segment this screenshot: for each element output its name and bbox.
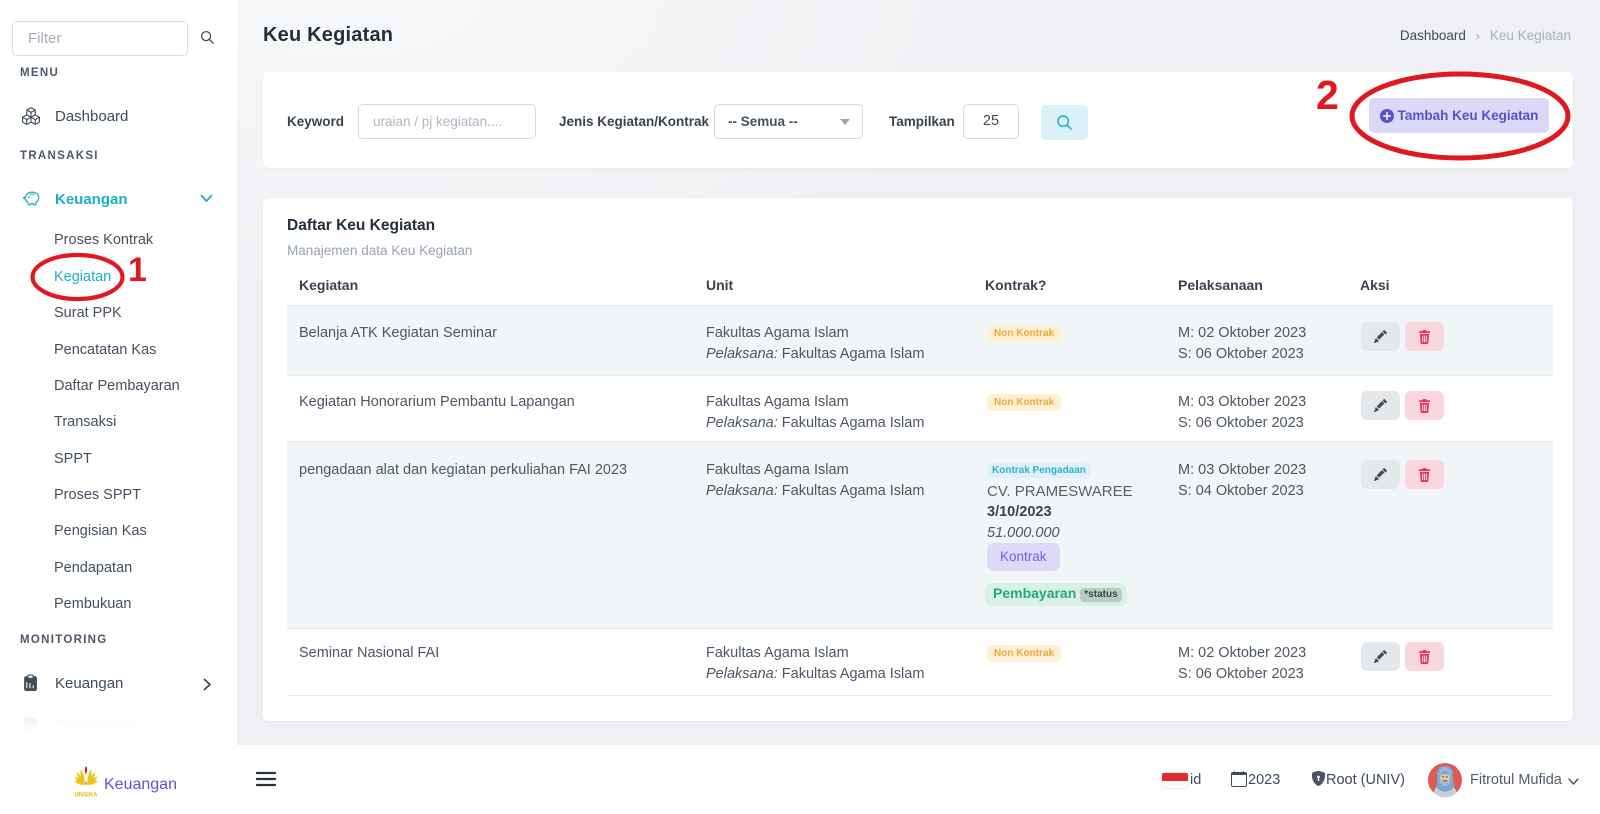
svg-text:UNSIKA: UNSIKA — [74, 793, 98, 799]
